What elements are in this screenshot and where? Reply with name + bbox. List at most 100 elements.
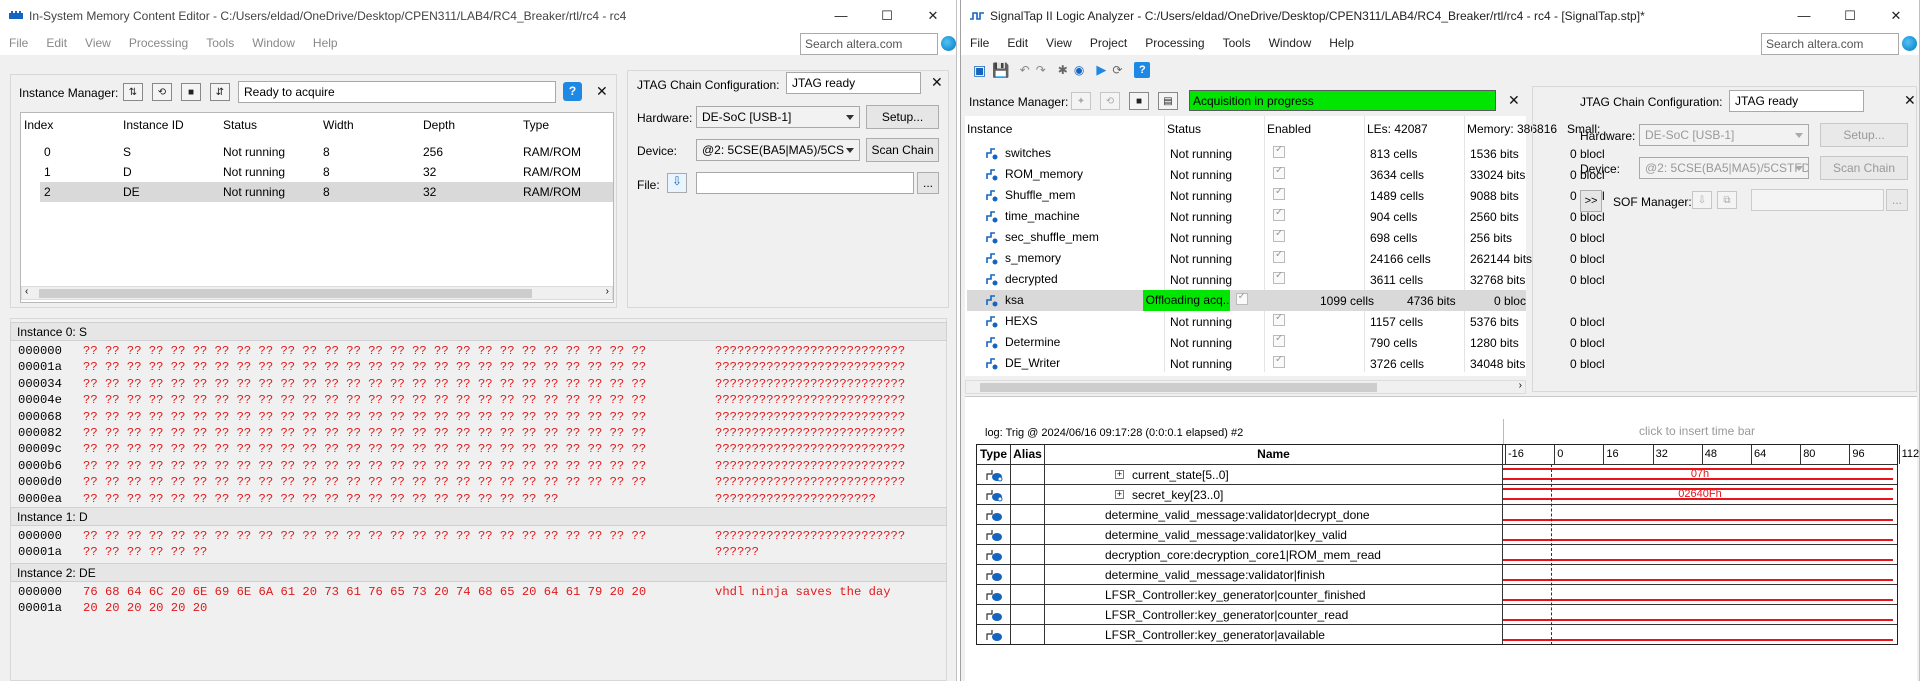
col-type[interactable]: Type: [523, 118, 603, 132]
menu-view[interactable]: View: [76, 36, 120, 50]
sof-expand-button[interactable]: >>: [1580, 190, 1602, 212]
globe-icon[interactable]: [941, 36, 956, 51]
maximize-icon[interactable]: ☐: [1827, 0, 1873, 31]
enabled-checkbox[interactable]: [1273, 272, 1285, 284]
hex-bytes[interactable]: ?? ?? ?? ?? ?? ?? ?? ?? ?? ?? ?? ?? ?? ?…: [83, 409, 715, 425]
enabled-checkbox[interactable]: [1273, 167, 1285, 179]
signal-row[interactable]: determine_valid_message:validator|decryp…: [977, 504, 1897, 524]
hex-ascii[interactable]: ??????????????????????????: [715, 410, 905, 424]
hex-row[interactable]: 0000b6 ?? ?? ?? ?? ?? ?? ?? ?? ?? ?? ?? ?…: [18, 458, 905, 474]
hex-bytes[interactable]: 20 20 20 20 20 20: [83, 600, 715, 616]
hex-bytes[interactable]: ?? ?? ?? ?? ?? ?? ?? ?? ?? ?? ?? ?? ?? ?…: [83, 425, 715, 441]
close-icon[interactable]: ✕: [1873, 0, 1919, 31]
hex-bytes[interactable]: ?? ?? ?? ?? ?? ??: [83, 544, 715, 560]
signal-waveform[interactable]: [1503, 505, 1897, 524]
signal-alias[interactable]: [1011, 525, 1045, 544]
signal-alias[interactable]: [1011, 545, 1045, 564]
autorun-icon[interactable]: ⟲: [1100, 92, 1120, 110]
scroll-right-icon[interactable]: ›: [606, 286, 609, 297]
signal-name[interactable]: determine_valid_message:validator|key_va…: [1045, 525, 1503, 544]
hex-bytes[interactable]: ?? ?? ?? ?? ?? ?? ?? ?? ?? ?? ?? ?? ?? ?…: [83, 359, 715, 375]
menu-window[interactable]: Window: [243, 36, 304, 50]
menu-tools[interactable]: Tools: [1214, 36, 1260, 50]
instance-row[interactable]: sec_shuffle_memNot running698 cells256 b…: [967, 227, 1607, 248]
enabled-checkbox[interactable]: [1273, 146, 1285, 158]
table-row-selected[interactable]: 2 DE Not running 8 32 RAM/ROM: [40, 182, 613, 202]
instance-row[interactable]: decryptedNot running3611 cells32768 bits…: [967, 269, 1607, 290]
signal-alias[interactable]: [1011, 505, 1045, 524]
help-icon[interactable]: ?: [563, 82, 582, 101]
hex-row[interactable]: 000000 ?? ?? ?? ?? ?? ?? ?? ?? ?? ?? ?? ?…: [18, 528, 905, 544]
signal-row[interactable]: determine_valid_message:validator|key_va…: [977, 524, 1897, 544]
menu-help[interactable]: Help: [1320, 36, 1363, 50]
close-instance-manager-icon[interactable]: ✕: [1508, 92, 1520, 109]
expand-icon[interactable]: +: [1115, 490, 1124, 499]
instance-row[interactable]: time_machineNot running904 cells2560 bit…: [967, 206, 1607, 227]
signal-alias[interactable]: [1011, 465, 1045, 484]
hex-row[interactable]: 0000ea ?? ?? ?? ?? ?? ?? ?? ?? ?? ?? ?? ?…: [18, 491, 876, 507]
new-file-icon[interactable]: ▣: [973, 62, 986, 79]
search-input[interactable]: Search altera.com: [1761, 33, 1899, 55]
enabled-checkbox[interactable]: [1273, 335, 1285, 347]
signal-alias[interactable]: [1011, 625, 1045, 644]
hex-bytes[interactable]: ?? ?? ?? ?? ?? ?? ?? ?? ?? ?? ?? ?? ?? ?…: [83, 528, 715, 544]
instance-row[interactable]: DetermineNot running790 cells1280 bits0 …: [967, 332, 1607, 353]
instance-row[interactable]: ksa Offloading acq... 1099 cells 4736 bits 0…: [967, 290, 1526, 311]
signal-alias[interactable]: [1011, 565, 1045, 584]
hex-row[interactable]: 00009c ?? ?? ?? ?? ?? ?? ?? ?? ?? ?? ?? ?…: [18, 441, 905, 457]
hex-bytes[interactable]: ?? ?? ?? ?? ?? ?? ?? ?? ?? ?? ?? ?? ?? ?…: [83, 474, 715, 490]
hex-bytes[interactable]: ?? ?? ?? ?? ?? ?? ?? ?? ?? ?? ?? ?? ?? ?…: [83, 343, 715, 359]
signal-waveform[interactable]: [1503, 525, 1897, 544]
col-enabled[interactable]: Enabled: [1267, 122, 1367, 136]
device-select[interactable]: @2: 5CSE(BA5|MA5)/5CS: [696, 139, 860, 161]
device-select[interactable]: @2: 5CSE(BA5|MA5)/5CSTFD5: [1639, 157, 1809, 179]
col-index[interactable]: Index: [24, 118, 123, 132]
scroll-left-icon[interactable]: ‹: [25, 286, 28, 297]
col-status[interactable]: Status: [223, 118, 323, 132]
hex-ascii[interactable]: ??????????????????????: [715, 492, 876, 506]
hardware-select[interactable]: DE-SoC [USB-1]: [696, 106, 860, 128]
globe-icon[interactable]: [1902, 36, 1917, 51]
enabled-checkbox[interactable]: [1273, 188, 1285, 200]
horizontal-scrollbar[interactable]: ‹ ›: [21, 286, 613, 300]
instance-row[interactable]: switchesNot running813 cells1536 bits0 b…: [967, 143, 1607, 164]
enabled-checkbox[interactable]: [1273, 251, 1285, 263]
hex-ascii[interactable]: ??????????????????????????: [715, 393, 905, 407]
col-alias[interactable]: Alias: [1011, 445, 1045, 464]
hex-bytes[interactable]: ?? ?? ?? ?? ?? ?? ?? ?? ?? ?? ?? ?? ?? ?…: [83, 491, 715, 507]
signal-alias[interactable]: [1011, 485, 1045, 504]
continuous-read-icon[interactable]: ⟲: [152, 83, 172, 101]
enabled-checkbox[interactable]: [1235, 293, 1248, 305]
search-input[interactable]: Search altera.com: [800, 33, 938, 55]
undo-icon[interactable]: ↶: [1020, 63, 1030, 77]
read-data-icon[interactable]: ▤: [1158, 92, 1178, 110]
run-analysis-icon[interactable]: ▶: [1096, 62, 1106, 78]
setup-button[interactable]: Setup...: [1820, 123, 1908, 147]
signal-name[interactable]: + current_state[5..0]: [1045, 465, 1503, 484]
signal-name[interactable]: + secret_key[23..0]: [1045, 485, 1503, 504]
enabled-checkbox[interactable]: [1273, 314, 1285, 326]
close-icon[interactable]: ✕: [910, 0, 956, 31]
signal-row[interactable]: LFSR_Controller:key_generator|counter_fi…: [977, 584, 1897, 604]
instance-row[interactable]: DE_WriterNot running3726 cells34048 bits…: [967, 353, 1607, 374]
signal-name[interactable]: determine_valid_message:validator|finish: [1045, 565, 1503, 584]
signal-alias[interactable]: [1011, 605, 1045, 624]
hex-bytes[interactable]: ?? ?? ?? ?? ?? ?? ?? ?? ?? ?? ?? ?? ?? ?…: [83, 458, 715, 474]
signal-waveform[interactable]: [1503, 605, 1897, 624]
minimize-icon[interactable]: —: [818, 0, 864, 31]
binoculars-icon[interactable]: ◉: [1074, 63, 1084, 77]
menu-project[interactable]: Project: [1081, 36, 1136, 50]
sof-browse-button[interactable]: ...: [1886, 189, 1908, 211]
close-jtag-icon[interactable]: ✕: [1904, 92, 1916, 109]
hex-ascii[interactable]: ??????????????????????????: [715, 475, 905, 489]
maximize-icon[interactable]: ☐: [864, 0, 910, 31]
signal-waveform[interactable]: [1503, 545, 1897, 564]
signal-row[interactable]: + secret_key[23..0] 02640Fh: [977, 484, 1897, 504]
menu-processing[interactable]: Processing: [1136, 36, 1213, 50]
save-icon[interactable]: 💾: [992, 62, 1009, 79]
signal-name[interactable]: LFSR_Controller:key_generator|counter_re…: [1045, 605, 1503, 624]
hex-row[interactable]: 000068 ?? ?? ?? ?? ?? ?? ?? ?? ?? ?? ?? ?…: [18, 409, 905, 425]
hex-ascii[interactable]: vhdl ninja saves the day: [715, 585, 891, 599]
enabled-checkbox[interactable]: [1273, 230, 1285, 242]
hex-row[interactable]: 0000d0 ?? ?? ?? ?? ?? ?? ?? ?? ?? ?? ?? ?…: [18, 474, 905, 490]
